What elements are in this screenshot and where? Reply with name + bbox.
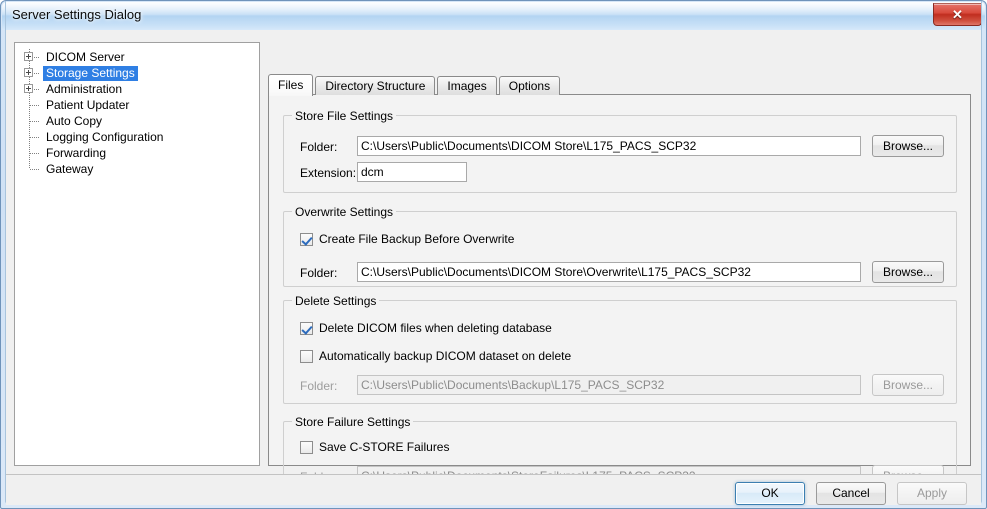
cancel-button[interactable]: Cancel xyxy=(816,482,886,505)
store-folder-input[interactable]: C:\Users\Public\Documents\DICOM Store\L1… xyxy=(357,136,861,156)
create-file-backup-checkbox[interactable] xyxy=(300,232,313,246)
tree-connector xyxy=(21,81,43,97)
dialog-window: Server Settings Dialog ✕ DICOM Server St… xyxy=(0,0,987,509)
tab-directory-structure[interactable]: Directory Structure xyxy=(315,76,436,95)
delete-dicom-files-checkbox-row[interactable]: Delete DICOM files when deleting databas… xyxy=(300,321,552,335)
store-folder-browse-button[interactable]: Browse... xyxy=(872,135,944,157)
delete-folder-label: Folder: xyxy=(300,379,338,393)
tree-item-label: Logging Configuration xyxy=(46,129,164,144)
store-extension-input[interactable]: dcm xyxy=(357,162,467,182)
overwrite-folder-browse-button[interactable]: Browse... xyxy=(872,261,944,283)
group-title: Store File Settings xyxy=(292,109,397,123)
delete-dicom-files-checkbox[interactable] xyxy=(300,321,313,335)
tree-connector xyxy=(21,129,43,145)
group-title: Overwrite Settings xyxy=(292,205,397,219)
tree-item-storage-settings[interactable]: Storage Settings xyxy=(21,65,257,81)
tree-item-auto-copy[interactable]: Auto Copy xyxy=(21,113,257,129)
tree-item-forwarding[interactable]: Forwarding xyxy=(21,145,257,161)
group-delete-settings: Delete Settings Delete DICOM files when … xyxy=(283,294,957,404)
settings-tab-area: Files Directory Structure Images Options… xyxy=(268,42,971,499)
dialog-client-area: DICOM Server Storage Settings Administra… xyxy=(6,30,981,505)
store-folder-label: Folder: xyxy=(300,140,338,154)
tree-connector xyxy=(21,49,43,65)
tree-item-label: Gateway xyxy=(46,161,94,176)
tab-panel-files: Store File Settings Folder: C:\Users\Pub… xyxy=(268,94,971,499)
create-file-backup-checkbox-row[interactable]: Create File Backup Before Overwrite xyxy=(300,232,514,246)
save-cstore-failures-checkbox-row[interactable]: Save C-STORE Failures xyxy=(300,440,449,454)
group-title: Store Failure Settings xyxy=(292,415,414,429)
auto-backup-dataset-label: Automatically backup DICOM dataset on de… xyxy=(319,349,572,363)
overwrite-folder-label: Folder: xyxy=(300,266,338,280)
save-cstore-failures-label: Save C-STORE Failures xyxy=(319,440,450,454)
tree-connector xyxy=(21,113,43,129)
tree-connector xyxy=(21,97,43,113)
ok-button[interactable]: OK xyxy=(735,482,805,505)
tree-item-patient-updater[interactable]: Patient Updater xyxy=(21,97,257,113)
delete-folder-browse-button[interactable]: Browse... xyxy=(872,374,944,396)
group-overwrite-settings: Overwrite Settings Create File Backup Be… xyxy=(283,205,957,287)
group-store-file-settings: Store File Settings Folder: C:\Users\Pub… xyxy=(283,109,957,193)
apply-button[interactable]: Apply xyxy=(897,482,967,505)
tree-connector xyxy=(21,161,43,177)
tab-strip: Files Directory Structure Images Options xyxy=(268,74,562,96)
create-file-backup-label: Create File Backup Before Overwrite xyxy=(319,232,515,246)
settings-tree: DICOM Server Storage Settings Administra… xyxy=(21,49,257,177)
tree-item-label: Administration xyxy=(46,81,123,96)
tree-item-gateway[interactable]: Gateway xyxy=(21,161,257,177)
tree-item-label: Forwarding xyxy=(46,145,107,160)
settings-tree-panel[interactable]: DICOM Server Storage Settings Administra… xyxy=(14,42,260,466)
expand-plus-icon[interactable] xyxy=(24,52,33,61)
tree-item-dicom-server[interactable]: DICOM Server xyxy=(21,49,257,65)
delete-folder-input[interactable]: C:\Users\Public\Documents\Backup\L175_PA… xyxy=(357,375,861,395)
tree-item-logging-configuration[interactable]: Logging Configuration xyxy=(21,129,257,145)
tab-options[interactable]: Options xyxy=(498,76,561,95)
tab-files[interactable]: Files xyxy=(268,74,314,96)
overwrite-folder-input[interactable]: C:\Users\Public\Documents\DICOM Store\Ov… xyxy=(357,262,861,282)
auto-backup-dataset-checkbox-row[interactable]: Automatically backup DICOM dataset on de… xyxy=(300,349,571,363)
delete-dicom-files-label: Delete DICOM files when deleting databas… xyxy=(319,321,552,335)
group-title: Delete Settings xyxy=(292,294,380,308)
tab-images[interactable]: Images xyxy=(437,76,497,95)
tree-item-administration[interactable]: Administration xyxy=(21,81,257,97)
tree-item-label: Auto Copy xyxy=(46,113,103,128)
save-cstore-failures-checkbox[interactable] xyxy=(300,440,313,454)
tree-connector xyxy=(21,65,43,81)
expand-plus-icon[interactable] xyxy=(24,68,33,77)
expand-plus-icon[interactable] xyxy=(24,84,33,93)
store-extension-label: Extension: xyxy=(300,166,357,180)
tree-item-label: DICOM Server xyxy=(46,49,125,64)
tree-connector xyxy=(21,145,43,161)
auto-backup-dataset-checkbox[interactable] xyxy=(300,349,313,363)
tree-item-label: Patient Updater xyxy=(46,97,130,112)
tree-item-label: Storage Settings xyxy=(43,65,138,81)
dialog-footer: OK Cancel Apply xyxy=(6,475,981,505)
